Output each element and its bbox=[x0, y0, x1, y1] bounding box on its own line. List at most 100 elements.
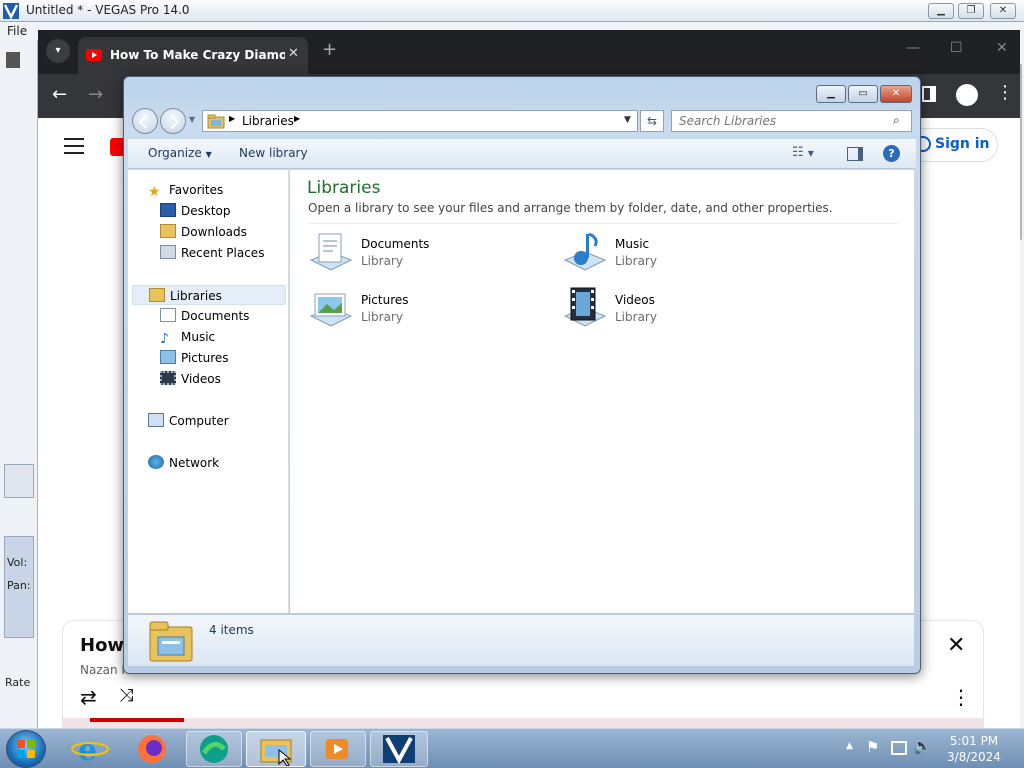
nav-videos[interactable]: Videos bbox=[160, 369, 221, 389]
side-panel-icon[interactable] bbox=[922, 86, 936, 102]
library-type: Library bbox=[361, 254, 403, 268]
chrome-close-button[interactable]: ✕ bbox=[996, 40, 1008, 56]
explorer-minimize-button[interactable]: ▁ bbox=[816, 85, 846, 103]
page-subtitle: Open a library to see your files and arr… bbox=[308, 201, 833, 215]
explorer-maximize-button[interactable]: ▭ bbox=[848, 85, 878, 103]
nav-downloads[interactable]: Downloads bbox=[160, 222, 247, 242]
sign-in-label: Sign in bbox=[935, 136, 990, 152]
libraries-icon bbox=[149, 288, 165, 302]
nav-network[interactable]: Network bbox=[148, 453, 219, 473]
channel-name[interactable]: Nazan K bbox=[80, 663, 129, 677]
nav-documents[interactable]: Documents bbox=[160, 306, 249, 326]
vegas-rate-label: Rate bbox=[5, 676, 31, 689]
nav-music[interactable]: ♪ Music bbox=[160, 327, 215, 347]
nav-libraries-label: Libraries bbox=[170, 289, 222, 303]
explorer-close-button[interactable]: ✕ bbox=[880, 85, 912, 103]
library-type: Library bbox=[361, 310, 403, 324]
breadcrumb-arrow-icon[interactable]: ▶ bbox=[294, 114, 300, 123]
network-tray-icon[interactable] bbox=[891, 741, 907, 755]
divider bbox=[308, 223, 898, 224]
nav-forward-button[interactable] bbox=[160, 108, 186, 134]
search-input[interactable] bbox=[672, 111, 882, 131]
search-box[interactable]: ⌕ bbox=[671, 110, 912, 132]
forward-arrow-icon[interactable]: → bbox=[88, 84, 103, 105]
recent-pages-chevron-icon[interactable]: ▼ bbox=[189, 115, 195, 124]
chrome-menu-icon[interactable]: ⋮ bbox=[996, 82, 1014, 103]
shuffle-icon[interactable]: ⤨ bbox=[119, 685, 133, 706]
taskbar-internet-explorer[interactable]: e bbox=[66, 731, 114, 768]
preview-pane-icon[interactable] bbox=[847, 147, 863, 161]
chrome-active-tab[interactable]: How To Make Crazy Diamond ✕ bbox=[78, 37, 308, 74]
nav-favorites-label: Favorites bbox=[169, 183, 224, 197]
taskbar-vegas[interactable] bbox=[370, 731, 428, 767]
library-videos[interactable]: Videos Library bbox=[561, 286, 801, 332]
nav-computer[interactable]: Computer bbox=[148, 411, 229, 431]
nav-desktop[interactable]: Desktop bbox=[160, 201, 231, 221]
address-dropdown-icon[interactable]: ▼ bbox=[624, 115, 631, 125]
library-name: Videos bbox=[615, 293, 655, 307]
vegas-pan-label: Pan: bbox=[7, 579, 31, 592]
nav-pictures[interactable]: Pictures bbox=[160, 348, 229, 368]
vegas-vol-label: Vol: bbox=[7, 556, 28, 569]
nav-documents-label: Documents bbox=[181, 309, 250, 323]
vegas-track-header[interactable] bbox=[4, 464, 34, 498]
loop-icon[interactable]: ⇄ bbox=[80, 685, 97, 709]
breadcrumb-arrow-icon[interactable]: ▶ bbox=[229, 114, 235, 123]
nav-libraries[interactable]: Libraries bbox=[132, 285, 286, 305]
nav-favorites[interactable]: ★ Favorites bbox=[148, 180, 223, 200]
profile-avatar-icon[interactable] bbox=[956, 84, 978, 106]
nav-downloads-label: Downloads bbox=[181, 225, 247, 239]
volume-muted-icon[interactable]: 🔈 bbox=[913, 737, 932, 755]
hamburger-menu-icon[interactable] bbox=[64, 138, 84, 154]
start-button[interactable] bbox=[6, 730, 46, 768]
recent-places-icon bbox=[160, 245, 176, 259]
library-pictures[interactable]: Pictures Library bbox=[307, 286, 547, 332]
chrome-minimize-button[interactable]: — bbox=[906, 40, 920, 56]
new-library-button[interactable]: New library bbox=[239, 146, 308, 160]
computer-icon bbox=[148, 413, 164, 427]
nav-recent-places[interactable]: Recent Places bbox=[160, 243, 264, 263]
clock-date[interactable]: 3/8/2024 bbox=[942, 750, 1006, 764]
help-icon[interactable]: ? bbox=[883, 145, 900, 162]
vegas-file-icon bbox=[6, 52, 20, 68]
more-options-icon[interactable]: ⋮ bbox=[951, 685, 971, 709]
explorer-window: ▁ ▭ ✕ ▼ ▶ Libraries ▶ ▼ ⇆ ⌕ Organize ▼ N… bbox=[123, 76, 921, 674]
tab-close-icon[interactable]: ✕ bbox=[288, 46, 299, 61]
youtube-logo-icon[interactable] bbox=[110, 138, 124, 156]
vegas-minimize-button[interactable]: ▁ bbox=[928, 3, 954, 19]
file-explorer-icon bbox=[260, 739, 292, 767]
refresh-button[interactable]: ⇆ bbox=[640, 110, 664, 132]
nav-desktop-label: Desktop bbox=[181, 204, 231, 218]
address-bar[interactable]: ▶ Libraries ▶ ▼ bbox=[202, 110, 638, 132]
videos-library-icon bbox=[563, 287, 607, 327]
clock-time[interactable]: 5:01 PM bbox=[942, 734, 1006, 748]
breadcrumb-libraries[interactable]: Libraries bbox=[242, 114, 294, 128]
library-documents[interactable]: Documents Library bbox=[307, 230, 547, 276]
vegas-menu-file[interactable]: File bbox=[7, 24, 27, 38]
close-miniplayer-icon[interactable]: ✕ bbox=[947, 633, 965, 658]
search-icon[interactable]: ⌕ bbox=[893, 113, 900, 128]
video-title[interactable]: How bbox=[80, 635, 124, 656]
vegas-close-button[interactable]: ✕ bbox=[990, 3, 1016, 19]
show-hidden-icons-icon[interactable]: ▲ bbox=[846, 741, 853, 751]
chrome-maximize-button[interactable]: ☐ bbox=[950, 40, 963, 56]
nav-network-label: Network bbox=[169, 456, 220, 470]
taskbar-firefox[interactable] bbox=[128, 731, 176, 767]
vegas-icon bbox=[383, 735, 415, 765]
organize-button[interactable]: Organize ▼ bbox=[148, 146, 212, 160]
tab-search-button[interactable]: ▾ bbox=[46, 39, 70, 63]
library-music[interactable]: Music Library bbox=[561, 230, 801, 276]
downloads-folder-icon bbox=[160, 224, 176, 238]
view-options-icon[interactable]: ☷ ▼ bbox=[792, 145, 814, 160]
nav-back-button[interactable] bbox=[132, 108, 158, 134]
back-arrow-icon[interactable]: ← bbox=[52, 84, 67, 105]
taskbar-media-player[interactable] bbox=[310, 731, 366, 767]
vegas-title-bar: Untitled * - VEGAS Pro 14.0 ▁ ❐ ✕ bbox=[0, 0, 1024, 22]
vegas-restore-button[interactable]: ❐ bbox=[958, 3, 984, 19]
new-tab-button[interactable]: + bbox=[322, 39, 337, 60]
taskbar-file-explorer[interactable] bbox=[246, 731, 306, 767]
action-center-flag-icon[interactable]: ⚑ bbox=[866, 738, 879, 756]
documents-library-icon bbox=[309, 233, 353, 271]
progress-bar[interactable] bbox=[90, 718, 184, 722]
taskbar-edge[interactable] bbox=[186, 731, 242, 767]
